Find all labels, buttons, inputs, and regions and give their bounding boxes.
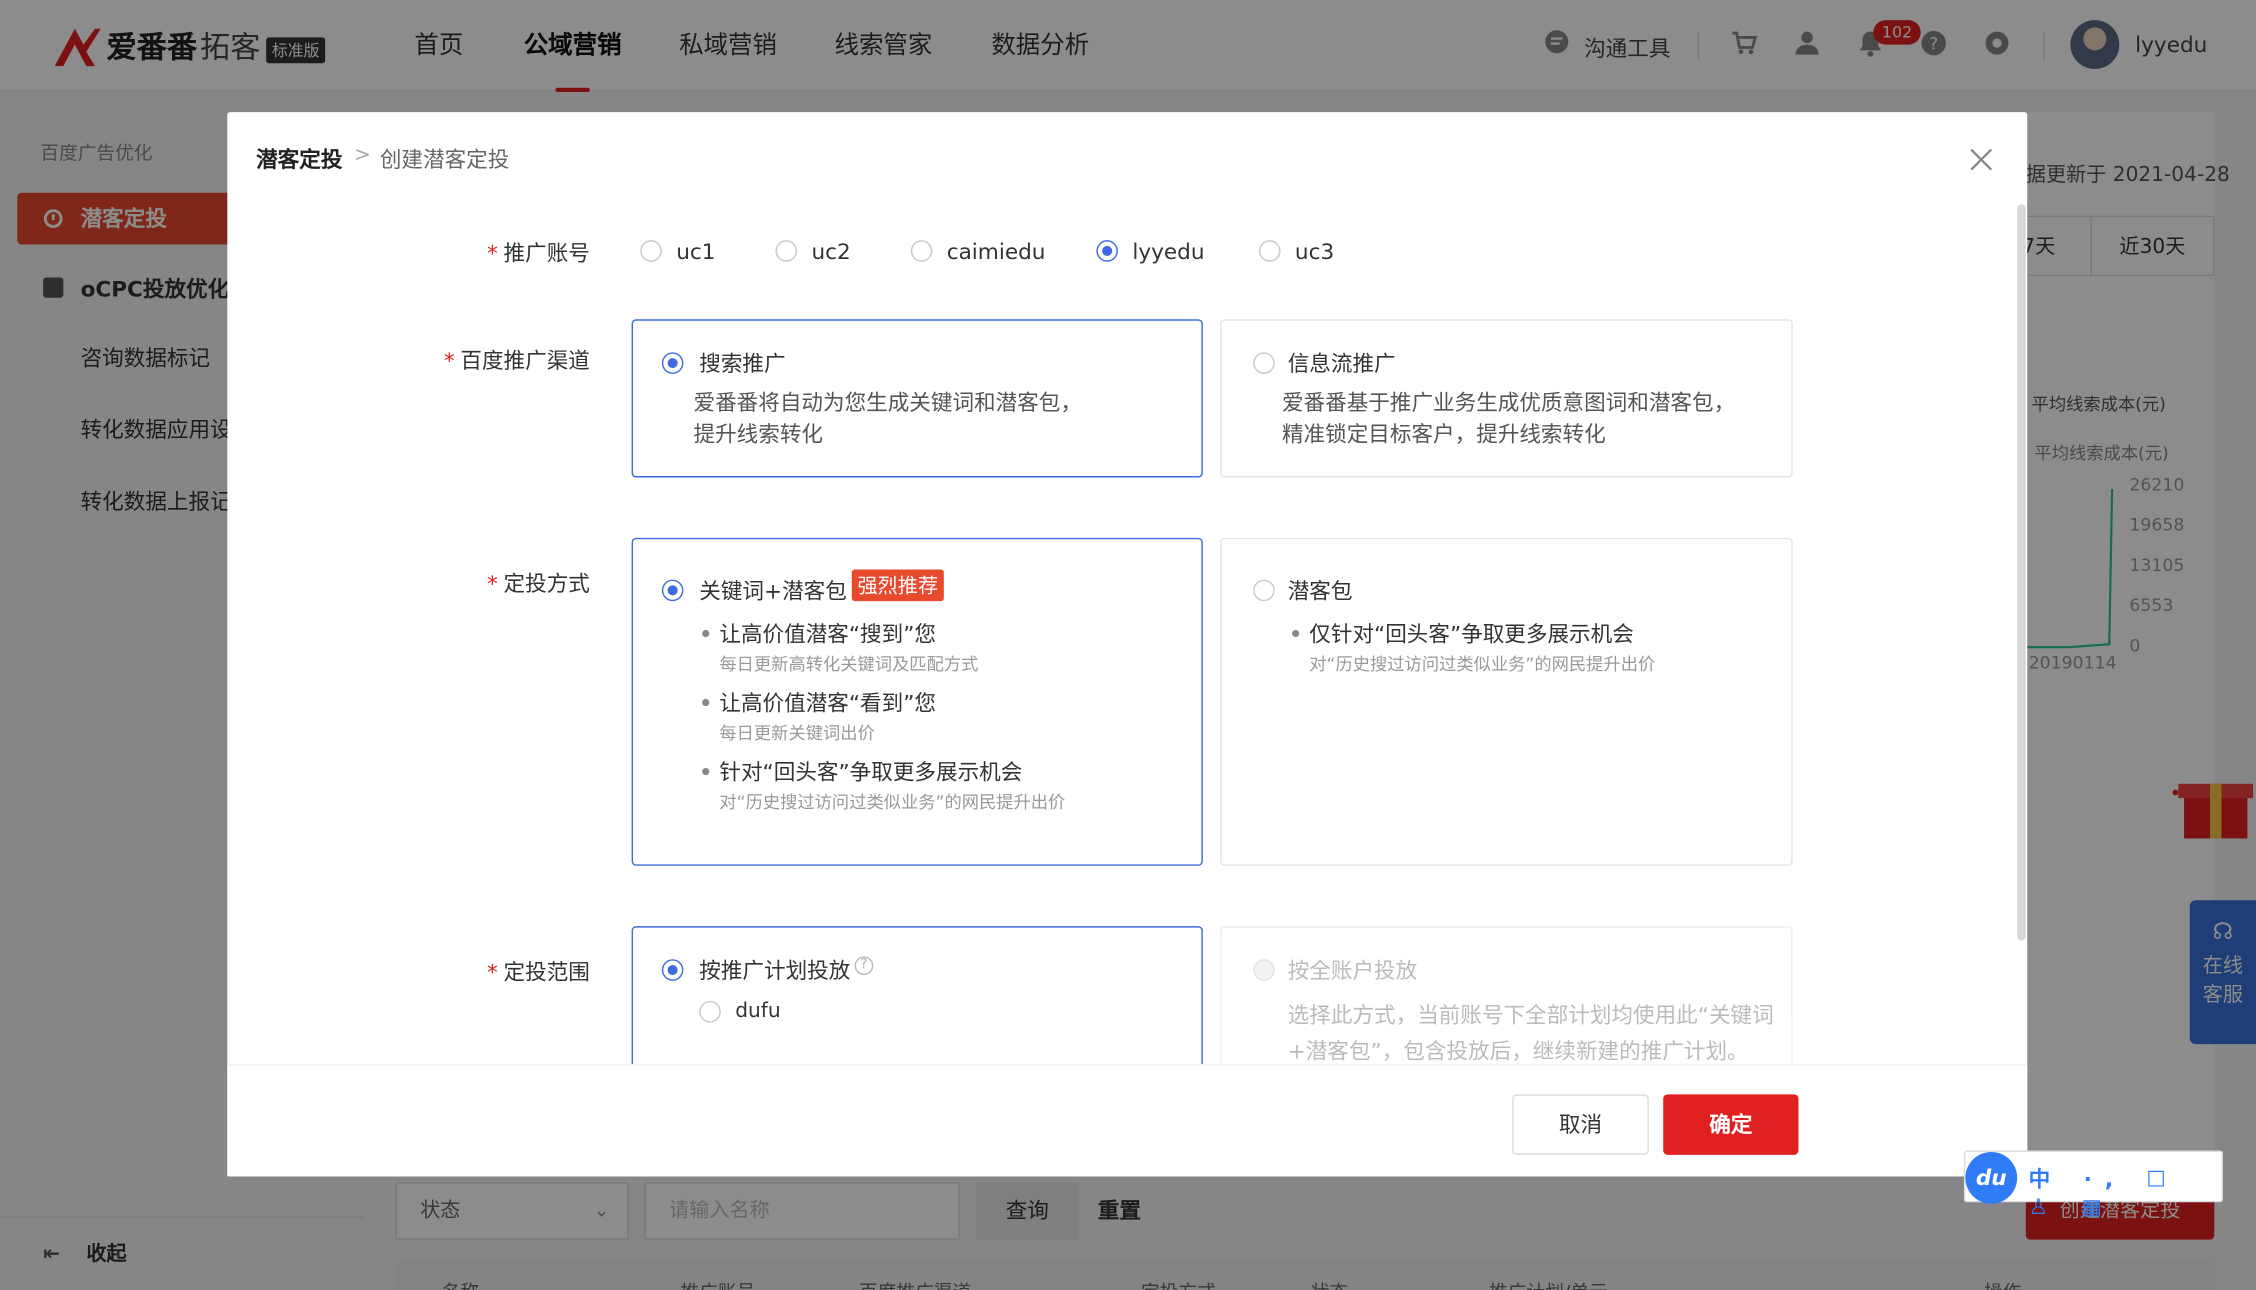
create-targeting-dialog: 潜客定投 > 创建潜客定投 * 推广账号 uc1 uc2 caimiedu ly…	[227, 112, 2028, 1177]
breadcrumb-root[interactable]: 潜客定投	[256, 144, 342, 174]
ime-items[interactable]: 中 ·, ☐ ♙ ▦	[2029, 1163, 2222, 1219]
breadcrumb-separator: >	[353, 143, 371, 167]
account-option-label: uc3	[1294, 238, 1335, 265]
dialog-scrollbar[interactable]	[2017, 204, 2026, 941]
account-option-caimiedu[interactable]: caimiedu	[910, 238, 1069, 268]
channel-card-desc: 爱番番基于推广业务生成优质意图词和潜客包，	[1281, 389, 1736, 416]
mode-bullet-sub: 对“历史搜过访问过类似业务”的网民提升出价	[719, 792, 1066, 813]
radio-selected[interactable]	[661, 579, 684, 602]
radio[interactable]	[699, 1000, 721, 1023]
required-mark: *	[487, 570, 498, 597]
mode-bullet: 让高价值潜客“看到”您	[702, 687, 936, 717]
radio-disabled	[1253, 959, 1275, 981]
mode-bullet-sub: 每日更新关键词出价	[719, 723, 875, 744]
mode-bullet: 仅针对“回头客”争取更多展示机会	[1292, 618, 1634, 648]
confirm-button[interactable]: 确定	[1663, 1094, 1799, 1155]
scope-card-title: 按推广计划投放	[699, 957, 851, 984]
mode-bullet-sub: 对“历史搜过访问过类似业务”的网民提升出价	[1309, 654, 1656, 675]
scope-label-text: 定投范围	[503, 959, 590, 986]
channel-label-text: 百度推广渠道	[460, 348, 590, 374]
account-option-lyyedu[interactable]: lyyedu	[1096, 239, 1240, 268]
radio[interactable]	[640, 240, 662, 262]
radio-selected[interactable]	[661, 352, 684, 374]
radio-selected[interactable]	[661, 959, 684, 981]
radio[interactable]	[1253, 579, 1275, 602]
mode-card-keyword-prospect[interactable]: 关键词+潜客包 强烈推荐 让高价值潜客“搜到”您 每日更新高转化关键词及匹配方式…	[631, 537, 1203, 866]
radio[interactable]	[1258, 240, 1281, 262]
scope-label: * 定投范围	[360, 956, 590, 986]
mode-card-title: 关键词+潜客包	[699, 578, 847, 605]
account-option-uc3[interactable]: uc3	[1258, 238, 1374, 268]
required-mark: *	[487, 240, 498, 267]
channel-card-desc: 爱番番将自动为您生成关键词和潜客包，	[693, 389, 1082, 416]
mode-card-title: 潜客包	[1287, 578, 1353, 605]
mode-label-text: 定投方式	[503, 570, 590, 597]
mode-bullet: 针对“回头客”争取更多展示机会	[702, 756, 1022, 786]
scope-card-desc: 选择此方式，当前账号下全部计划均使用此“关键词	[1287, 1002, 1774, 1029]
mode-bullet: 让高价值潜客“搜到”您	[702, 618, 936, 648]
radio[interactable]	[1253, 352, 1275, 374]
account-option-label: lyyedu	[1132, 238, 1205, 265]
required-mark: *	[487, 959, 498, 986]
account-label-text: 推广账号	[503, 240, 590, 267]
channel-card-search[interactable]: 搜索推广 爱番番将自动为您生成关键词和潜客包， 提升线索转化	[631, 319, 1203, 478]
channel-card-feed[interactable]: 信息流推广 爱番番基于推广业务生成优质意图词和潜客包， 精准锁定目标客户，提升线…	[1220, 319, 1793, 478]
dialog-footer: 取消 确定	[227, 1064, 2028, 1177]
mode-label: * 定投方式	[360, 568, 590, 598]
plan-option-dufu[interactable]: dufu	[699, 1000, 872, 1029]
form-body: * 推广账号 uc1 uc2 caimiedu lyyedu uc3 * 百度推…	[227, 201, 2014, 1065]
mode-bullet-sub: 每日更新高转化关键词及匹配方式	[719, 654, 979, 675]
scope-card-by-plan[interactable]: 按推广计划投放 ? dufu	[631, 926, 1203, 1065]
channel-card-desc: 精准锁定目标客户，提升线索转化	[1281, 421, 1606, 448]
radio-selected[interactable]	[1096, 240, 1118, 262]
close-icon[interactable]	[1962, 141, 1999, 178]
ime-logo[interactable]: du	[1965, 1151, 2018, 1204]
recommend-badge: 强烈推荐	[851, 569, 944, 602]
plan-option-label: dufu	[735, 999, 781, 1023]
help-icon[interactable]: ?	[854, 956, 874, 976]
cancel-button[interactable]: 取消	[1512, 1094, 1649, 1155]
account-label: * 推广账号	[360, 237, 590, 267]
required-mark: *	[443, 348, 455, 374]
mode-card-prospect-only[interactable]: 潜客包 仅针对“回头客”争取更多展示机会 对“历史搜过访问过类似业务”的网民提升…	[1220, 537, 1793, 866]
account-option-label: caimiedu	[946, 238, 1046, 265]
channel-card-desc: 提升线索转化	[693, 421, 824, 448]
ime-toolbar[interactable]: du 中 ·, ☐ ♙ ▦	[1963, 1150, 2223, 1220]
channel-card-title: 信息流推广	[1287, 350, 1396, 377]
account-option-label: uc2	[811, 238, 851, 265]
channel-card-title: 搜索推广	[699, 350, 786, 377]
scope-card-desc: +潜客包”，包含投放后，继续新建的推广计划。	[1287, 1038, 1749, 1065]
account-option-uc2[interactable]: uc2	[775, 238, 891, 268]
radio[interactable]	[910, 240, 933, 262]
breadcrumb-current: 创建潜客定投	[379, 146, 510, 173]
radio[interactable]	[775, 240, 798, 262]
account-option-label: uc1	[676, 238, 716, 265]
scope-card-title: 按全账户投放	[1287, 957, 1418, 984]
channel-label: * 百度推广渠道	[360, 345, 590, 375]
scope-card-whole-account: 按全账户投放 选择此方式，当前账号下全部计划均使用此“关键词 +潜客包”，包含投…	[1220, 926, 1793, 1065]
